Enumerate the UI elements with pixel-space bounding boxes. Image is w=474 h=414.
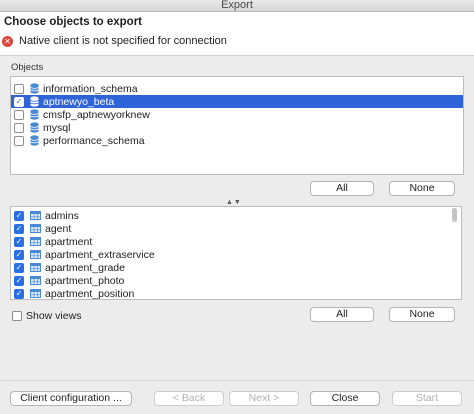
database-checkbox[interactable] — [14, 109, 24, 120]
database-name: mysql — [43, 121, 71, 134]
tables-all-button[interactable]: All — [310, 307, 374, 322]
wizard-header: Choose objects to export ✕ Native client… — [0, 12, 474, 56]
table-icon — [30, 263, 41, 272]
table-icon — [30, 224, 41, 233]
table-icon — [30, 276, 41, 285]
database-row[interactable]: cmsfp_aptnewyorknew — [11, 108, 463, 121]
table-row[interactable]: ✓ agent — [11, 222, 451, 235]
database-name: aptnewyo_beta — [43, 95, 115, 108]
database-checkbox[interactable] — [14, 122, 24, 133]
table-row[interactable]: ✓ admins — [11, 209, 451, 222]
show-views-option[interactable]: Show views — [12, 310, 81, 322]
database-row[interactable]: information_schema — [11, 82, 463, 95]
tables-none-button[interactable]: None — [389, 307, 455, 322]
table-checkbox[interactable]: ✓ — [14, 223, 24, 234]
show-views-label: Show views — [26, 310, 82, 322]
table-icon — [30, 289, 41, 298]
error-icon: ✕ — [2, 35, 13, 47]
table-name: admins — [45, 209, 79, 222]
objects-group-label: Objects — [11, 62, 44, 73]
close-button[interactable]: Close — [310, 391, 380, 406]
client-configuration-button[interactable]: Client configuration ... — [10, 391, 132, 406]
database-checkbox[interactable] — [14, 135, 24, 146]
table-row[interactable]: ✓ apartment_position — [11, 287, 451, 300]
database-row[interactable]: mysql — [11, 121, 463, 134]
database-name: information_schema — [43, 82, 138, 95]
database-icon — [30, 109, 39, 120]
next-button[interactable]: Next > — [229, 391, 299, 406]
splitter-handle[interactable]: ▲▼ — [226, 199, 242, 206]
window-title: Export — [221, 0, 253, 11]
start-button[interactable]: Start — [392, 391, 462, 406]
databases-all-button[interactable]: All — [310, 181, 374, 196]
database-icon — [30, 96, 39, 107]
page-title: Choose objects to export — [4, 16, 143, 28]
database-icon — [30, 122, 39, 133]
table-name: apartment_extraservice — [45, 248, 155, 261]
database-checkbox[interactable] — [14, 83, 24, 94]
table-row[interactable]: ✓ apartment_extraservice — [11, 248, 451, 261]
table-name: apartment_grade — [45, 261, 125, 274]
table-icon — [30, 250, 41, 259]
table-list[interactable]: ✓ admins ✓ agent ✓ apartment ✓ apartment… — [10, 206, 462, 300]
back-button[interactable]: < Back — [154, 391, 224, 406]
database-name: performance_schema — [43, 134, 145, 147]
table-checkbox[interactable]: ✓ — [14, 275, 24, 286]
table-row[interactable]: ✓ apartment_photo — [11, 274, 451, 287]
error-message-row: ✕ Native client is not specified for con… — [2, 35, 227, 47]
table-row[interactable]: ✓ apartment_grade — [11, 261, 451, 274]
database-list[interactable]: information_schema ✓ aptnewyo_beta cmsfp… — [10, 76, 464, 175]
error-message: Native client is not specified for conne… — [19, 35, 227, 47]
database-icon — [30, 135, 39, 146]
table-checkbox[interactable]: ✓ — [14, 288, 24, 299]
table-row[interactable]: ✓ apartment — [11, 235, 451, 248]
table-checkbox[interactable]: ✓ — [14, 210, 24, 221]
database-name: cmsfp_aptnewyorknew — [43, 108, 150, 121]
table-name: agent — [45, 222, 72, 235]
table-list-scrollbar[interactable] — [452, 208, 457, 222]
wizard-footer: Client configuration ... < Back Next > C… — [0, 380, 474, 414]
database-row[interactable]: ✓ aptnewyo_beta — [11, 95, 463, 108]
table-checkbox[interactable]: ✓ — [14, 262, 24, 273]
database-checkbox[interactable]: ✓ — [14, 96, 24, 107]
table-name: apartment_position — [45, 287, 135, 300]
window-titlebar: Export — [0, 0, 474, 12]
table-icon — [30, 211, 41, 220]
table-checkbox[interactable]: ✓ — [14, 236, 24, 247]
table-name: apartment_photo — [45, 274, 125, 287]
database-icon — [30, 83, 39, 94]
database-row[interactable]: performance_schema — [11, 134, 463, 147]
table-name: apartment — [45, 235, 93, 248]
databases-none-button[interactable]: None — [389, 181, 455, 196]
table-icon — [30, 237, 41, 246]
table-checkbox[interactable]: ✓ — [14, 249, 24, 260]
show-views-checkbox[interactable] — [12, 311, 22, 321]
